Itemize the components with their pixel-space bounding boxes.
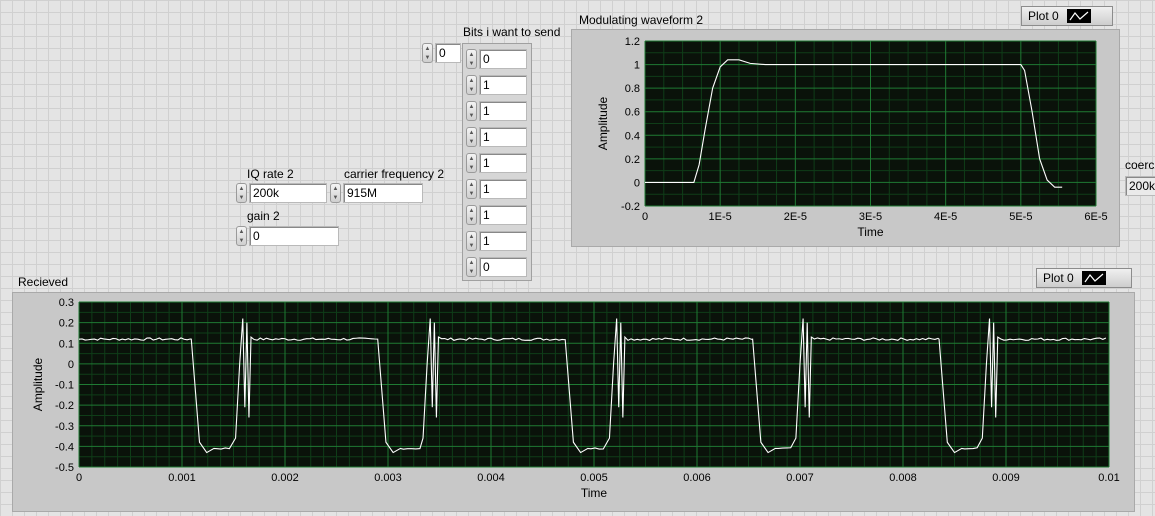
x-tick-label: 0.001 [168,472,196,484]
y-tick-label: 1 [634,60,640,72]
y-tick-label: 0.4 [625,130,640,142]
x-tick-label: 0.007 [786,472,814,484]
x-axis-label: Time [581,486,608,500]
y-tick-label: 0.6 [625,107,640,119]
bits-array-element[interactable]: ▲ ▼ 1 [466,179,527,199]
modulating-waveform-chart[interactable]: 0 1E-5 2E-5 3E-5 4E-5 5E-5 6E-5-0.200.20.40.60… [571,29,1120,247]
y-axis-label: Amplitude [31,358,45,412]
bits-array-element[interactable]: ▲ ▼ 1 [466,153,527,173]
x-tick-label: 0.004 [477,472,505,484]
array-index-control[interactable]: ▲ ▼ 0 [422,43,461,63]
top-chart-legend[interactable]: Plot 0 [1021,6,1113,26]
bit-spinner[interactable]: ▲ ▼ [466,257,477,277]
bottom-legend-label: Plot 0 [1043,271,1074,285]
y-tick-label: -0.1 [55,380,74,392]
coerced-label: coerc [1125,158,1155,172]
y-tick-label: 1.2 [625,36,640,48]
bit-value[interactable]: 1 [479,179,527,199]
bit-spinner[interactable]: ▲ ▼ [466,179,477,199]
x-tick-label: 0 [642,211,648,223]
y-axis-label: Amplitude [596,97,610,151]
bits-array-element[interactable]: ▲ ▼ 0 [466,49,527,69]
y-tick-label: -0.2 [55,400,74,412]
x-tick-label: 0.006 [683,472,711,484]
coerced-indicator: 200k [1125,176,1155,196]
bits-array-element[interactable]: ▲ ▼ 1 [466,127,527,147]
bit-spinner[interactable]: ▲ ▼ [466,205,477,225]
y-tick-label: 0.8 [625,83,640,95]
gain-spinner[interactable]: ▲ ▼ [236,226,247,246]
top-legend-label: Plot 0 [1028,9,1059,23]
x-tick-label: 0 [76,472,82,484]
bit-spinner[interactable]: ▲ ▼ [466,49,477,69]
carrier-frequency-label: carrier frequency 2 [344,167,445,181]
x-axis-label: Time [857,225,884,239]
bit-spinner[interactable]: ▲ ▼ [466,231,477,251]
bits-array-element[interactable]: ▲ ▼ 1 [466,101,527,121]
gain-input[interactable]: 0 [249,226,339,246]
bit-value[interactable]: 0 [479,257,527,277]
x-tick-label: 0.005 [580,472,608,484]
x-tick-label: 2E-5 [784,211,807,223]
x-tick-label: 0.003 [374,472,402,484]
bit-spinner[interactable]: ▲ ▼ [466,75,477,95]
bit-value[interactable]: 0 [479,49,527,69]
y-tick-label: 0 [68,359,74,371]
bit-value[interactable]: 1 [479,127,527,147]
array-index-value[interactable]: 0 [435,43,461,63]
iq-rate-control[interactable]: ▲ ▼ 200k [236,183,327,203]
bits-array-element[interactable]: ▲ ▼ 1 [466,205,527,225]
y-tick-label: 0.2 [625,154,640,166]
carrier-frequency-spinner[interactable]: ▲ ▼ [330,183,341,203]
bit-value[interactable]: 1 [479,205,527,225]
bit-spinner[interactable]: ▲ ▼ [466,127,477,147]
x-tick-label: 0.008 [889,472,917,484]
bits-array-element[interactable]: ▲ ▼ 1 [466,75,527,95]
x-tick-label: 0.009 [992,472,1020,484]
y-tick-label: -0.3 [55,421,74,433]
gain-control[interactable]: ▲ ▼ 0 [236,226,339,246]
bit-value[interactable]: 1 [479,153,527,173]
bits-array-label: Bits i want to send [463,25,561,39]
iq-rate-input[interactable]: 200k [249,183,327,203]
bits-array: ▲ ▼ 0 ▲ ▼ 1 ▲ ▼ 1 ▲ ▼ 1 ▲ ▼ 1 ▲ ▼ 1 ▲ ▼ 1 ▲ ▼ 1 ▲ ▼ 0 [462,43,532,281]
y-tick-label: 0.2 [59,318,74,330]
top-chart-title: Modulating waveform 2 [579,13,704,27]
bottom-chart-legend[interactable]: Plot 0 [1036,268,1132,288]
index-spinner[interactable]: ▲ ▼ [422,43,433,63]
x-tick-label: 4E-5 [934,211,957,223]
bit-value[interactable]: 1 [479,75,527,95]
bit-spinner[interactable]: ▲ ▼ [466,153,477,173]
plot-line-icon [1066,9,1091,23]
bit-spinner[interactable]: ▲ ▼ [466,101,477,121]
bits-array-element[interactable]: ▲ ▼ 1 [466,231,527,251]
x-tick-label: 0.002 [271,472,299,484]
y-tick-label: 0.3 [59,297,74,309]
y-tick-label: 0.1 [59,338,74,350]
y-tick-label: -0.4 [55,441,74,453]
x-tick-label: 0.01 [1098,472,1119,484]
y-tick-label: -0.2 [621,201,640,213]
bits-array-element[interactable]: ▲ ▼ 0 [466,257,527,277]
carrier-frequency-control[interactable]: ▲ ▼ 915M [330,183,423,203]
gain-label: gain 2 [247,209,280,223]
x-tick-label: 3E-5 [859,211,882,223]
bit-value[interactable]: 1 [479,231,527,251]
y-tick-label: 0 [634,177,640,189]
carrier-frequency-input[interactable]: 915M [343,183,423,203]
plot-line-icon [1081,271,1106,285]
y-tick-label: -0.5 [55,462,74,474]
bit-value[interactable]: 1 [479,101,527,121]
x-tick-label: 6E-5 [1084,211,1107,223]
bottom-chart-title: Recieved [18,275,69,289]
iq-rate-label: IQ rate 2 [247,167,294,181]
x-tick-label: 5E-5 [1009,211,1032,223]
received-waveform-chart[interactable]: 0 0.001 0.002 0.003 0.004 0.005 0.006 0.007 0.00… [12,292,1135,512]
iq-rate-spinner[interactable]: ▲ ▼ [236,183,247,203]
x-tick-label: 1E-5 [709,211,732,223]
